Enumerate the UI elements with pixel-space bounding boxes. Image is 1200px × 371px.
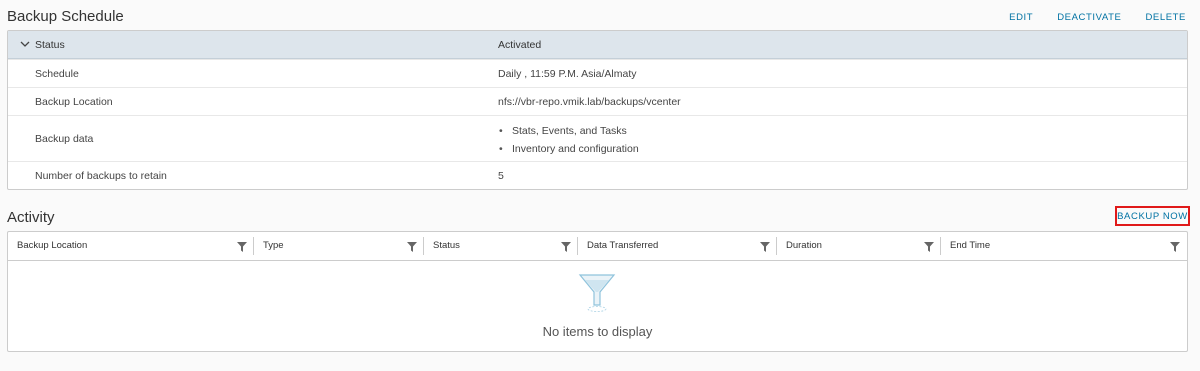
status-label: Status — [35, 38, 65, 51]
backup-data-label: Backup data — [35, 132, 94, 145]
backup-now-label: BACKUP NOW — [1117, 210, 1188, 222]
status-row-header[interactable]: Status Activated — [8, 31, 1187, 59]
filter-icon[interactable] — [1170, 242, 1180, 252]
column-duration[interactable]: Duration — [777, 232, 941, 260]
retain-count-label: Number of backups to retain — [35, 169, 167, 182]
column-header-label: Data Transferred — [587, 240, 659, 251]
chevron-down-icon[interactable] — [19, 38, 31, 50]
filter-icon[interactable] — [407, 242, 417, 252]
backup-now-button[interactable]: BACKUP NOW — [1115, 206, 1190, 226]
filter-icon[interactable] — [237, 242, 247, 252]
column-header-label: End Time — [950, 240, 991, 251]
backup-schedule-title: Backup Schedule — [7, 8, 124, 25]
column-header-label: Status — [433, 240, 460, 251]
column-header-label: Type — [263, 240, 284, 251]
schedule-label: Schedule — [35, 67, 79, 80]
schedule-value: Daily , 11:59 P.M. Asia/Almaty — [498, 67, 637, 80]
column-header-label: Backup Location — [17, 240, 88, 251]
column-status[interactable]: Status — [424, 232, 578, 260]
backup-location-label: Backup Location — [35, 95, 113, 108]
column-header-label: Duration — [786, 240, 822, 251]
schedule-row: Schedule Daily , 11:59 P.M. Asia/Almaty — [8, 59, 1187, 87]
backup-data-list: Stats, Events, and Tasks Inventory and c… — [498, 122, 639, 158]
schedule-actions: EDIT DEACTIVATE DELETE — [1009, 12, 1186, 23]
activity-title: Activity — [7, 209, 55, 226]
status-value: Activated — [498, 38, 542, 51]
schedule-details-table: Status Activated Schedule Daily , 11:59 … — [7, 30, 1188, 190]
filter-icon[interactable] — [561, 242, 571, 252]
deactivate-button[interactable]: DEACTIVATE — [1057, 12, 1121, 23]
delete-button[interactable]: DELETE — [1145, 12, 1186, 23]
column-data-transferred[interactable]: Data Transferred — [578, 232, 777, 260]
backup-location-value: nfs://vbr-repo.vmik.lab/backups/vcenter — [498, 95, 681, 108]
column-backup-location[interactable]: Backup Location — [8, 232, 254, 260]
retain-count-row: Number of backups to retain 5 — [8, 161, 1187, 189]
empty-state-text: No items to display — [542, 324, 653, 339]
filter-icon[interactable] — [924, 242, 934, 252]
activity-grid: Backup Location Type Status Data Transfe… — [7, 231, 1188, 352]
grid-header: Backup Location Type Status Data Transfe… — [8, 232, 1187, 261]
list-item: Inventory and configuration — [498, 140, 639, 158]
edit-button[interactable]: EDIT — [1009, 12, 1033, 23]
column-type[interactable]: Type — [254, 232, 424, 260]
list-item: Stats, Events, and Tasks — [498, 122, 639, 140]
retain-count-value: 5 — [498, 169, 504, 182]
funnel-empty-icon — [578, 274, 616, 312]
column-end-time[interactable]: End Time — [941, 232, 1187, 260]
filter-icon[interactable] — [760, 242, 770, 252]
backup-data-row: Backup data Stats, Events, and Tasks Inv… — [8, 115, 1187, 161]
backup-location-row: Backup Location nfs://vbr-repo.vmik.lab/… — [8, 87, 1187, 115]
